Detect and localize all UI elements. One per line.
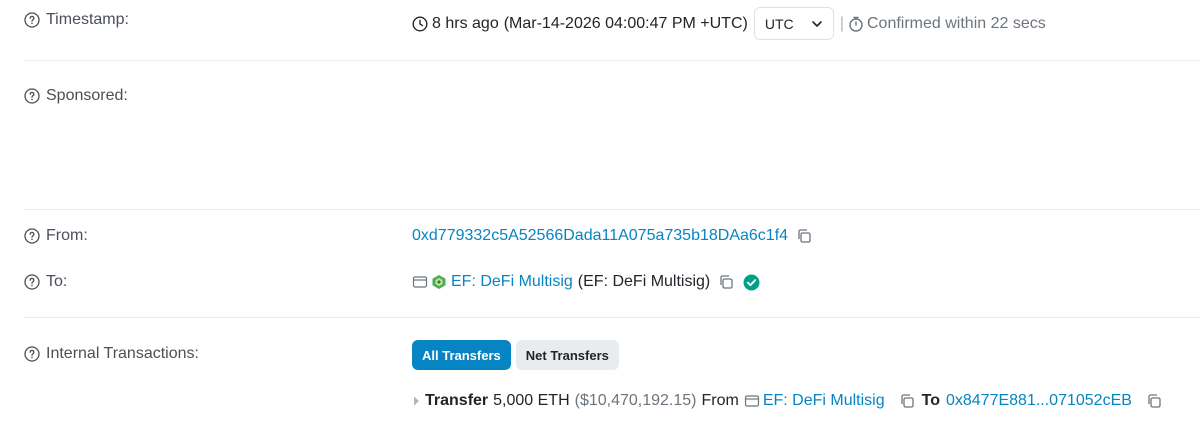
timestamp-row: Timestamp: 8 hrs ago (Mar-14-2026 04:00:… — [0, 0, 1200, 60]
internal-transactions-label: Internal Transactions: — [24, 345, 199, 363]
transfer-word: Transfer — [425, 392, 489, 409]
verified-check-icon — [743, 274, 760, 290]
to-row: To: EF: DeFi Multisig (EF: DeFi Multisig… — [0, 268, 1200, 298]
from-row: From: 0xd779332c5A52566Dada11A075a735b18… — [0, 222, 1200, 252]
copy-icon[interactable] — [796, 228, 812, 244]
to-name-paren: (EF: DeFi Multisig) — [577, 273, 711, 290]
question-circle-icon[interactable] — [24, 346, 40, 362]
to-label: To: — [24, 273, 67, 291]
to-label-text: To: — [46, 273, 68, 290]
internal-transactions-label-text: Internal Transactions: — [46, 345, 199, 362]
to-value: EF: DeFi Multisig (EF: DeFi Multisig) — [412, 273, 760, 291]
sponsored-label: Sponsored: — [24, 87, 128, 105]
caret-right-icon[interactable] — [412, 395, 422, 407]
copy-icon[interactable] — [1146, 393, 1162, 409]
timestamp-relative: 8 hrs ago — [432, 14, 499, 32]
clock-icon — [412, 15, 428, 32]
copy-icon[interactable] — [899, 393, 915, 409]
timestamp-value: 8 hrs ago (Mar-14-2026 04:00:47 PM +UTC)… — [412, 7, 1046, 40]
transfer-to-address-link[interactable]: 0x8477E881...071052cEB — [946, 392, 1132, 410]
question-circle-icon[interactable] — [24, 12, 40, 28]
transfer-from-link[interactable]: EF: DeFi Multisig — [763, 392, 885, 410]
transfer-amount: 5,000 ETH — [493, 392, 570, 409]
sponsored-row: Sponsored: — [0, 61, 1200, 209]
copy-icon[interactable] — [718, 274, 734, 290]
internal-transactions-row: Internal Transactions: All Transfers Net… — [0, 330, 1200, 430]
question-circle-icon[interactable] — [24, 228, 40, 244]
chevron-down-icon — [812, 20, 822, 27]
from-label-text: From: — [46, 227, 88, 244]
contract-file-icon — [744, 395, 759, 407]
question-circle-icon[interactable] — [24, 274, 40, 290]
stopwatch-icon — [849, 16, 863, 32]
timestamp-separator: | — [839, 14, 844, 32]
transfer-view-tabs: All Transfers Net Transfers — [412, 340, 619, 370]
transfer-usd: ($10,470,192.15) — [574, 392, 697, 409]
timestamp-absolute: (Mar-14-2026 04:00:47 PM +UTC) — [503, 14, 748, 32]
tab-net-transfers[interactable]: Net Transfers — [515, 340, 619, 370]
confirmed-text: Confirmed within 22 secs — [866, 14, 1046, 32]
tab-all-transfers[interactable]: All Transfers — [412, 340, 511, 370]
timezone-select-value: UTC — [764, 15, 794, 32]
transfer-from-word: From — [701, 392, 739, 409]
ef-logo-icon — [432, 275, 446, 289]
divider — [24, 209, 1200, 210]
transfer-to-word: To — [921, 392, 940, 409]
divider — [24, 317, 1200, 318]
timezone-select[interactable]: UTC — [753, 7, 834, 40]
to-name-link[interactable]: EF: DeFi Multisig — [451, 273, 573, 291]
transfer-line: Transfer 5,000 ETH ($10,470,192.15) From… — [412, 392, 1162, 410]
from-value: 0xd779332c5A52566Dada11A075a735b18DAa6c1… — [412, 227, 812, 245]
from-address-link[interactable]: 0xd779332c5A52566Dada11A075a735b18DAa6c1… — [412, 227, 788, 245]
contract-file-icon — [412, 276, 428, 288]
timestamp-label: Timestamp: — [24, 11, 129, 29]
from-label: From: — [24, 227, 88, 245]
question-circle-icon[interactable] — [24, 88, 40, 104]
timestamp-label-text: Timestamp: — [46, 11, 129, 28]
sponsored-label-text: Sponsored: — [46, 87, 128, 104]
